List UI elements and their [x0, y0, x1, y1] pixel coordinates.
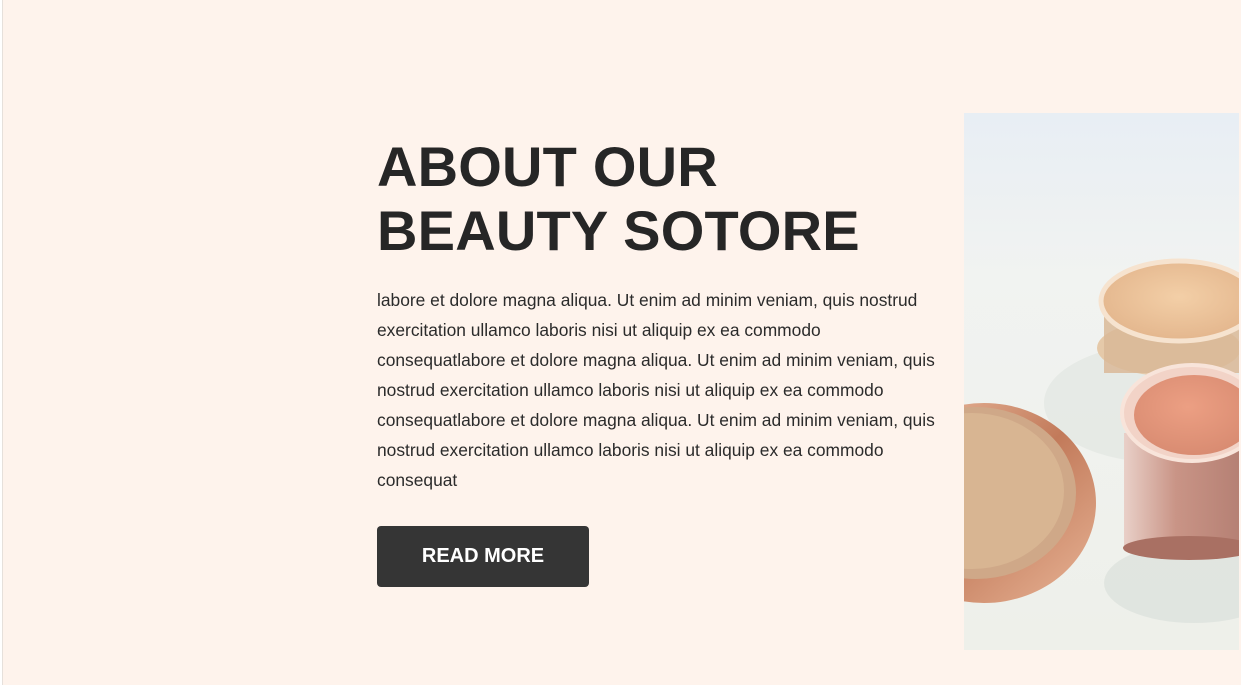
about-title-line-1: ABOUT OUR — [377, 135, 718, 198]
cosmetics-photo — [964, 113, 1239, 650]
about-title: ABOUT OUR BEAUTY SOTORE — [377, 135, 937, 263]
about-content: ABOUT OUR BEAUTY SOTORE labore et dolore… — [377, 135, 937, 495]
about-title-line-2: BEAUTY SOTORE — [377, 199, 860, 262]
cosmetics-photo-illustration — [964, 258, 1239, 623]
read-more-button[interactable]: READ MORE — [377, 526, 589, 587]
about-description: labore et dolore magna aliqua. Ut enim a… — [377, 290, 935, 490]
